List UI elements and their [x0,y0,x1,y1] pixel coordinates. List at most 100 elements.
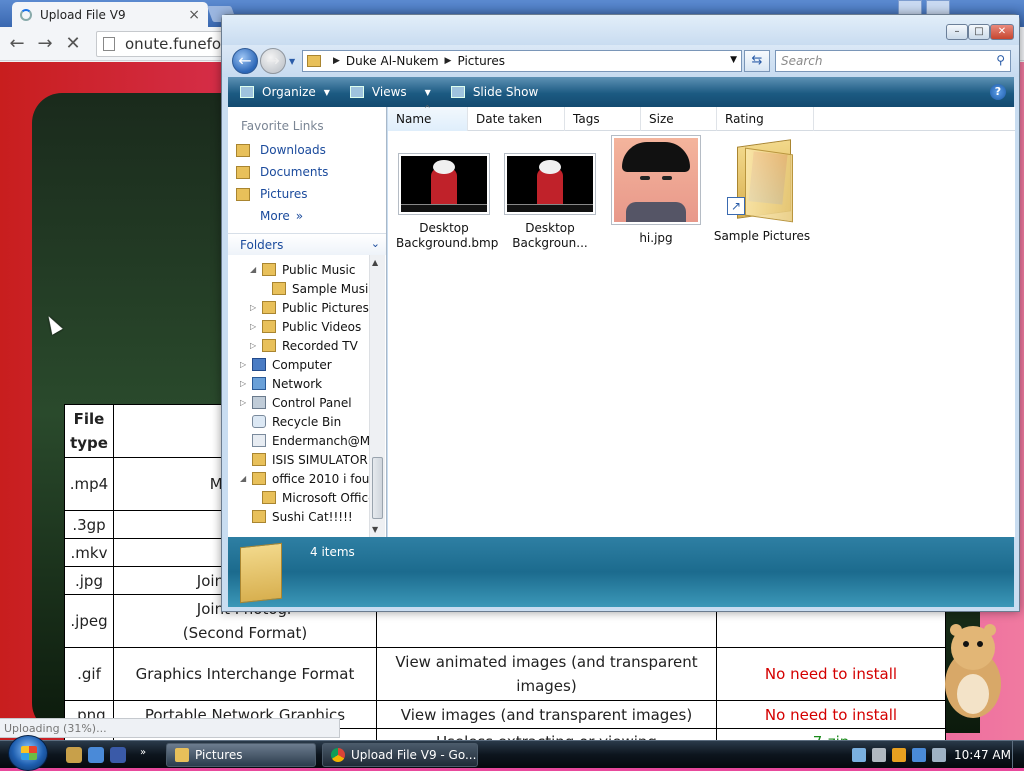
folder-icon [236,143,250,157]
stop-button[interactable]: ✕ [62,33,84,55]
tree-node[interactable]: ▷ Computer [240,355,332,374]
tree-node[interactable]: ▷ Recorded TV [250,336,358,355]
folder-icon: ↗ [725,139,799,223]
explorer-titlebar[interactable]: – □ ✕ [222,15,1019,47]
cell-requirement: No need to install [716,647,946,701]
expanded-arrow-icon[interactable]: ◢ [250,265,258,274]
close-button[interactable]: ✕ [990,24,1014,40]
navigation-pane: Favorite Links Downloads Documents Pictu… [228,107,387,537]
favorites-more-link[interactable]: More» [228,205,386,227]
tree-node[interactable]: ▷ Public Pictures [250,298,369,317]
column-size[interactable]: Size [641,107,717,131]
scroll-up-icon[interactable]: ▲ [372,258,378,267]
views-button[interactable]: Views ▼ [349,85,431,99]
scroll-thumb[interactable] [372,457,383,519]
collapsed-arrow-icon[interactable]: ▷ [240,379,248,388]
show-desktop-icon[interactable] [66,747,82,763]
loading-spinner-icon [20,8,32,21]
folder-icon [252,510,266,523]
cp-icon [252,396,266,409]
chevron-down-icon[interactable]: ▼ [730,55,737,65]
forward-button[interactable]: → [34,33,56,55]
column-tags[interactable]: Tags [565,107,641,131]
task-pictures[interactable]: Pictures [166,743,316,767]
column-date-taken[interactable]: Date taken [468,107,565,131]
collapsed-arrow-icon[interactable]: ▷ [240,360,248,369]
tree-node[interactable]: Recycle Bin [240,412,341,431]
collapsed-arrow-icon[interactable]: ▷ [240,398,248,407]
collapsed-arrow-icon[interactable]: ▷ [250,322,258,331]
tree-node[interactable]: ▷ Control Panel [240,393,352,412]
breadcrumb-pictures[interactable]: Pictures [457,54,505,68]
clock[interactable]: 10:47 AM [954,748,1011,762]
header-file-type: File type [64,404,114,458]
back-button[interactable]: ← [232,48,258,74]
file-item[interactable]: hi.jpg [608,135,704,246]
collapsed-arrow-icon[interactable]: ▷ [250,341,258,350]
tab-close-icon[interactable]: × [188,7,200,23]
search-icon[interactable]: ⚲ [996,53,1005,67]
refresh-button[interactable]: ⇆ [744,50,770,72]
folder-icon [262,263,276,276]
show-desktop-button[interactable] [1012,741,1024,769]
folders-header[interactable]: Folders ⌄ [228,233,386,255]
tray-search-icon[interactable] [892,748,906,762]
tree-node[interactable]: Sushi Cat!!!!! [240,507,353,526]
folder-icon [252,453,266,466]
cell-type: .3gp [64,510,114,539]
folder-icon [262,301,276,314]
file-item[interactable]: Desktop Backgroun... [502,153,598,251]
chevron-double-icon[interactable]: » [140,747,156,763]
chevron-right-icon[interactable]: ▶ [445,56,452,66]
expanded-arrow-icon[interactable]: ◢ [240,474,248,483]
tree-scrollbar[interactable]: ▲ ▼ [369,255,385,537]
file-item[interactable]: Desktop Background.bmp [396,153,498,251]
favorite-documents[interactable]: Documents [228,161,386,183]
collapsed-arrow-icon[interactable]: ▷ [250,303,258,312]
scroll-down-icon[interactable]: ▼ [372,525,378,534]
tray-network-icon[interactable] [852,748,866,762]
tray-monitor-icon[interactable] [912,748,926,762]
tree-node[interactable]: ▷ Public Videos [250,317,361,336]
slideshow-icon [450,86,465,98]
cell-requirement: No need to install [716,700,946,729]
internet-explorer-icon[interactable] [88,747,104,763]
tree-node-label: Sample Music [292,281,370,296]
column-name[interactable]: ^ Name [388,104,468,131]
tree-node[interactable]: ISIS SIMULATOR [240,450,368,469]
tree-node[interactable]: ◢ office 2010 i found [240,469,370,488]
organize-button[interactable]: Organize ▼ [240,85,330,99]
organize-icon [240,86,254,98]
browser-tab[interactable]: Upload File V9 × [12,2,208,27]
start-button[interactable] [8,735,48,771]
tree-node[interactable]: Endermanch@MEI [240,431,370,450]
tree-node[interactable]: Microsoft Office [250,488,370,507]
tray-volume-icon[interactable] [932,748,946,762]
slideshow-button[interactable]: Slide Show [450,85,538,99]
help-icon[interactable]: ? [990,84,1006,100]
maximize-button[interactable]: □ [968,24,990,40]
folder-item[interactable]: ↗ Sample Pictures [710,139,814,244]
tray-app-icon[interactable] [872,748,886,762]
address-bar[interactable]: ▶ Duke Al-Nukem ▶ Pictures ▼ [302,50,742,72]
folder-tree: ◢ Public Music Sample Music ▷ Public Picture… [228,255,370,537]
tree-node[interactable]: Sample Music [260,279,370,298]
chevron-right-icon[interactable]: ▶ [333,56,340,66]
favorite-pictures[interactable]: Pictures [228,183,386,205]
minimize-button[interactable]: – [946,24,968,40]
favorite-downloads[interactable]: Downloads [228,139,386,161]
forward-button[interactable]: → [260,48,286,74]
switch-windows-icon[interactable] [110,747,126,763]
cell-use: View images (and transparent images) [376,700,717,729]
recent-pages-icon[interactable]: ▼ [289,57,295,66]
column-rating[interactable]: Rating [717,107,814,131]
search-input[interactable]: Search ⚲ [775,50,1011,72]
tree-node-label: Sushi Cat!!!!! [272,509,353,524]
folder-icon [307,55,321,67]
back-button[interactable]: ← [6,33,28,55]
breadcrumb-user[interactable]: Duke Al-Nukem [346,54,439,68]
task-chrome[interactable]: Upload File V9 - Go... [322,743,478,767]
tree-node[interactable]: ◢ Public Music [250,260,355,279]
tree-node-label: Public Music [282,262,356,277]
tree-node[interactable]: ▷ Network [240,374,322,393]
